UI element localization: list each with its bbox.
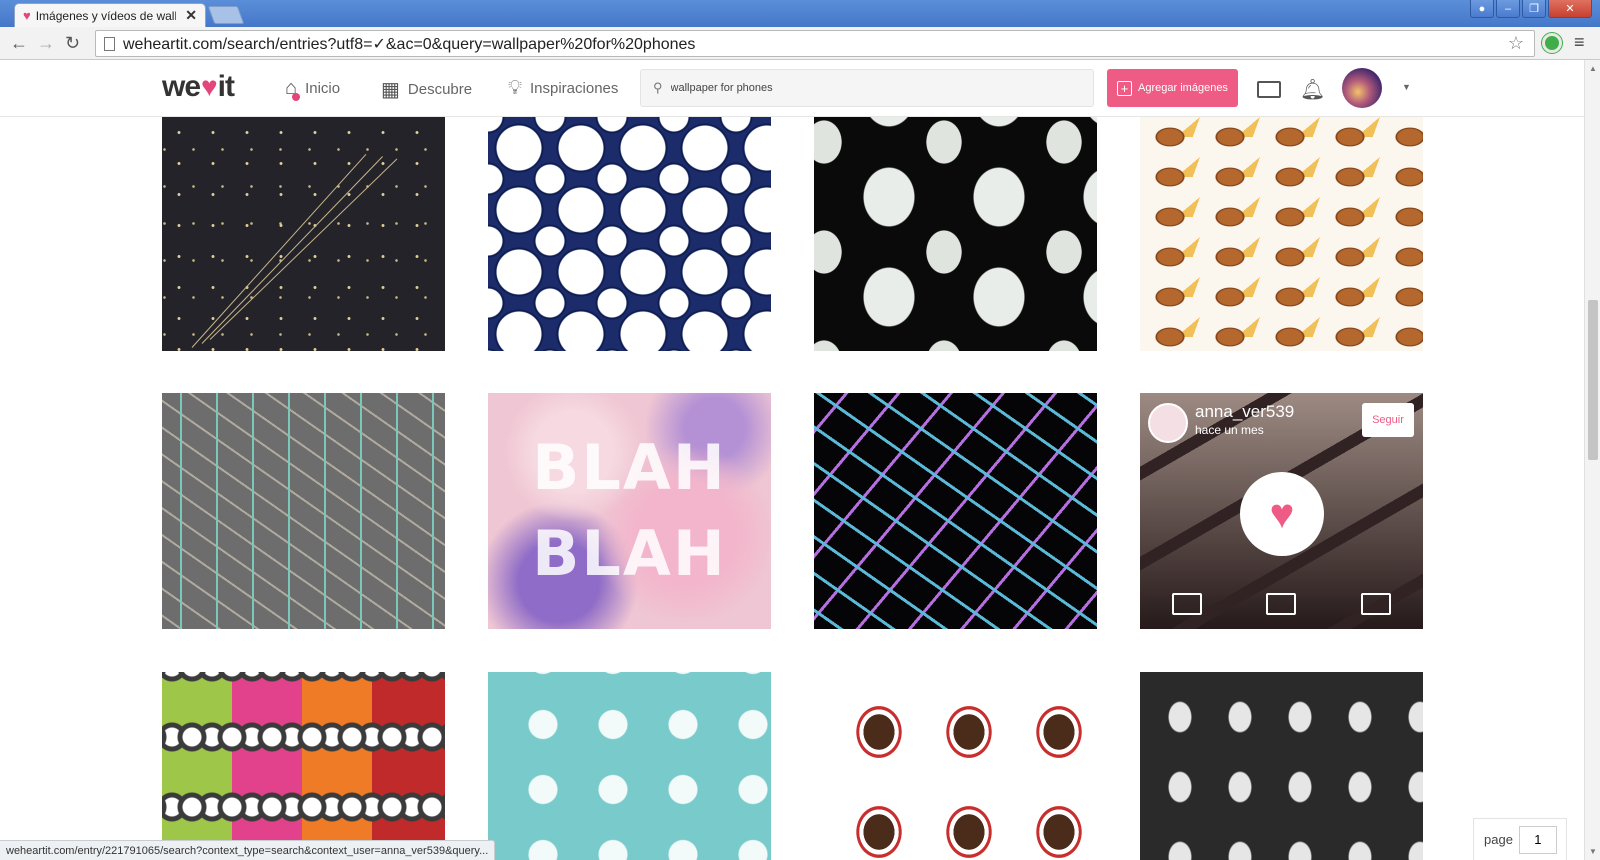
shooting-star-streak [209, 158, 398, 340]
image-tile-clocks[interactable] [488, 117, 771, 351]
share-icon[interactable] [1266, 593, 1297, 615]
site-header: we ♥ it ⌂ Inicio ▦ Descubre 💡︎ Inspiraci… [0, 60, 1584, 117]
lightbulb-icon: 💡︎ [508, 77, 522, 99]
scroll-down-icon[interactable]: ▼ [1589, 847, 1597, 856]
page-label: page [1484, 832, 1513, 847]
heart-button[interactable]: ♥ [1240, 472, 1324, 556]
notification-dot [292, 93, 301, 101]
image-tile-feathers[interactable] [814, 393, 1097, 629]
grid-icon: ▦ [381, 79, 400, 101]
chevron-down-icon[interactable]: ▼ [1402, 82, 1411, 92]
nav-descubre-label: Descubre [407, 81, 473, 98]
image-tile-stars[interactable] [162, 117, 445, 351]
image-tile-blah-blah[interactable]: BLAH BLAH [488, 393, 771, 629]
url-text: weheartit.com/search/entries?utf8=✓&ac=0… [123, 35, 696, 53]
tile-actions [1140, 593, 1423, 615]
image-tile-ghosts[interactable] [814, 117, 1097, 351]
page-icon [104, 36, 115, 51]
image-tile-owls[interactable] [162, 672, 445, 860]
page-number-input[interactable] [1518, 825, 1557, 854]
nav-inicio-label: Inicio [305, 80, 341, 97]
heart-icon: ♥ [1269, 490, 1295, 537]
home-icon: ⌂ [285, 77, 301, 101]
blah-text: BLAH [532, 431, 727, 504]
forward-arrow-icon[interactable]: → [37, 33, 55, 53]
window-controls: ● – ❐ ✕ [1470, 0, 1592, 18]
close-window-icon[interactable]: ✕ [1548, 0, 1592, 18]
logo-we: we [162, 70, 201, 103]
weheartit-logo[interactable]: we ♥ it [162, 70, 235, 104]
heart-favicon-icon: ♥ [23, 8, 31, 23]
image-tile-pizza-burgers[interactable] [1140, 117, 1423, 351]
browser-tab[interactable]: ♥ Imágenes y vídeos de wall ✕ [14, 3, 206, 27]
add-images-button[interactable]: + Agregar imágenes [1107, 69, 1238, 107]
address-bar[interactable]: weheartit.com/search/entries?utf8=✓&ac=0… [95, 30, 1535, 57]
poster-username[interactable]: anna_ver539 [1195, 402, 1294, 422]
new-tab-button[interactable] [207, 6, 245, 24]
scroll-thumb[interactable] [1588, 300, 1598, 460]
shooting-star-streak [191, 153, 367, 348]
collections-icon [1257, 81, 1281, 98]
collection-add-icon[interactable] [1172, 593, 1203, 615]
back-arrow-icon[interactable]: ← [10, 33, 28, 53]
image-tile-arrows[interactable] [162, 393, 445, 629]
plus-icon: + [1117, 80, 1133, 96]
follow-button[interactable]: Seguir [1362, 403, 1414, 437]
logo-heart-icon: ♥ [201, 71, 218, 102]
search-icon: ⚲ [653, 80, 663, 95]
image-grid: BLAH BLAH anna_ver539 hace un mes Seguir… [0, 117, 1584, 860]
nav-descubre[interactable]: ▦ Descubre [381, 77, 472, 102]
tab-close-icon[interactable]: ✕ [185, 7, 197, 24]
bookmark-star-icon[interactable]: ☆ [1508, 33, 1524, 54]
nav-inicio[interactable]: ⌂ Inicio [285, 77, 341, 101]
tab-title: Imágenes y vídeos de wall [35, 8, 176, 23]
scroll-up-icon[interactable]: ▲ [1589, 64, 1597, 73]
blah-text: BLAH [532, 517, 727, 590]
search-input[interactable] [670, 82, 1071, 94]
collections-button[interactable] [1257, 81, 1281, 98]
search-bar[interactable]: ⚲ [640, 69, 1094, 107]
logo-it: it [217, 70, 235, 103]
user-avatar[interactable] [1342, 68, 1382, 108]
reload-icon[interactable]: ↻ [65, 33, 80, 53]
save-to-collection-icon[interactable] [1360, 593, 1391, 615]
chrome-menu-icon[interactable]: ≡ [1574, 32, 1585, 53]
extension-icon[interactable] [1542, 33, 1562, 53]
add-images-label: Agregar imágenes [1138, 82, 1228, 94]
nav-inspiraciones[interactable]: 💡︎ Inspiraciones [508, 77, 618, 100]
nav-inspiraciones-label: Inspiraciones [530, 80, 619, 97]
post-time: hace un mes [1195, 423, 1264, 437]
minimize-icon[interactable]: – [1496, 0, 1520, 18]
browser-titlebar: ♥ Imágenes y vídeos de wall ✕ ● – ❐ ✕ [0, 0, 1600, 27]
image-tile-small-ghosts[interactable] [1140, 672, 1423, 860]
shooting-star-streak [201, 156, 383, 344]
page-control: page [1473, 818, 1567, 860]
image-tile-lipstick[interactable]: anna_ver539 hace un mes Seguir ♥ [1140, 393, 1423, 629]
image-tile-hearts[interactable] [488, 672, 771, 860]
user-icon[interactable]: ● [1470, 0, 1494, 18]
image-tile-nutella[interactable] [814, 672, 1097, 860]
page-scrollbar[interactable]: ▲ ▼ [1584, 60, 1600, 860]
bell-icon[interactable]: 🔔︎ [1300, 77, 1325, 102]
poster-avatar[interactable] [1148, 403, 1188, 443]
status-bar: weheartit.com/entry/221791065/search?con… [0, 840, 496, 860]
restore-icon[interactable]: ❐ [1522, 0, 1546, 18]
browser-toolbar: ← → ↻ weheartit.com/search/entries?utf8=… [0, 27, 1600, 60]
